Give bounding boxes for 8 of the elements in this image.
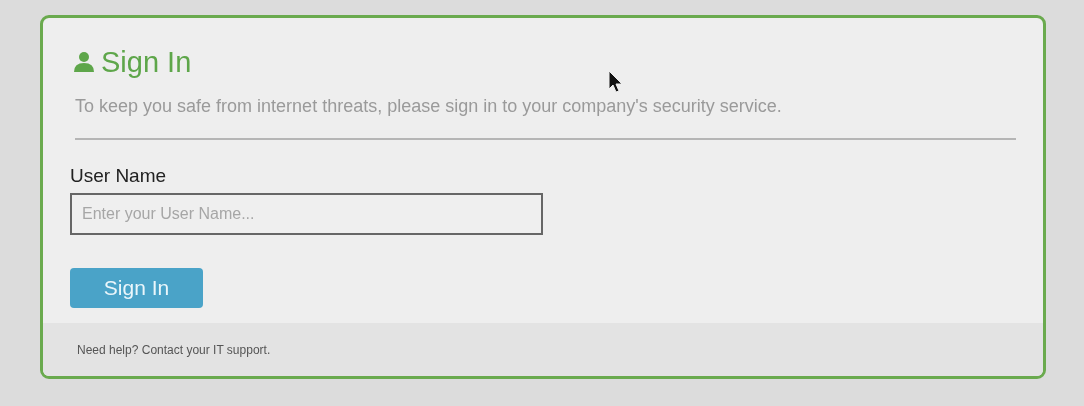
sign-in-button[interactable]: Sign In (70, 268, 203, 308)
mouse-pointer-icon (608, 70, 624, 94)
help-text: Need help? Contact your IT support. (77, 342, 271, 357)
description-text: To keep you safe from internet threats, please sign in to your company's security service. (75, 95, 783, 118)
user-icon (73, 51, 95, 73)
username-field[interactable]: Enter your User Name... (70, 193, 543, 235)
field-label: User Name (70, 164, 168, 188)
card-title: Sign In (101, 45, 192, 80)
